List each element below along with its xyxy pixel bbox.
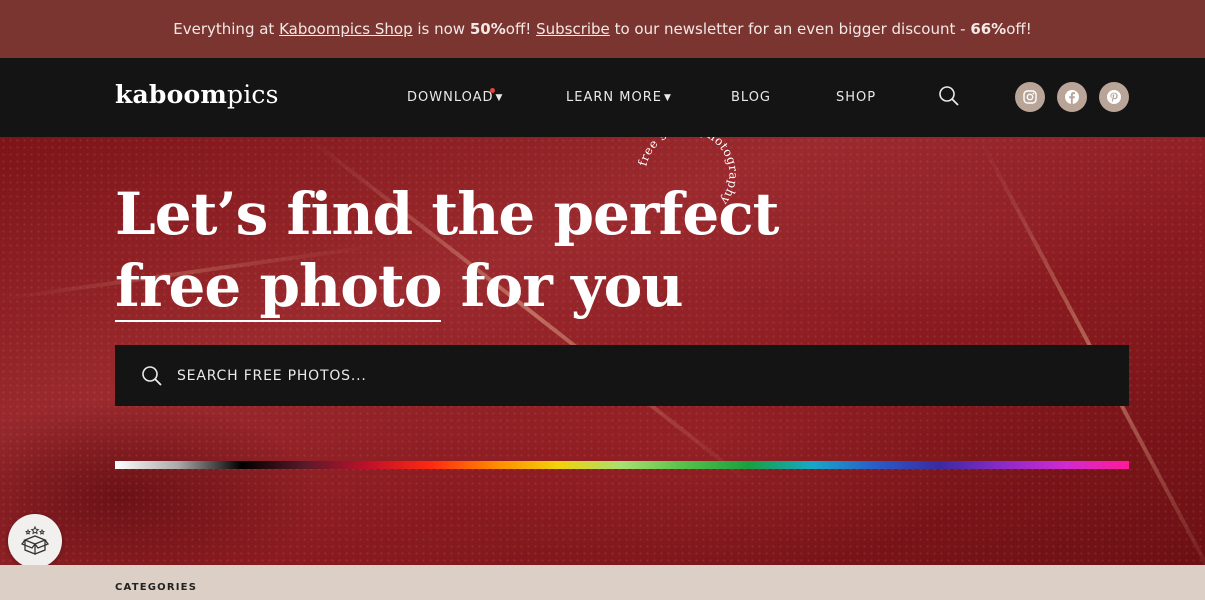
nav-shop[interactable]: SHOP — [836, 90, 876, 105]
subscribe-link[interactable]: Subscribe — [536, 20, 610, 38]
search-input[interactable] — [177, 355, 1129, 396]
photo-search-bar[interactable] — [115, 345, 1129, 406]
svg-text:free stock photography: free stock photography — [635, 137, 740, 208]
promo-after-subscribe: to our newsletter for an even bigger dis… — [614, 20, 966, 38]
hero-title-line2-rest: for you — [441, 252, 684, 320]
free-stock-photography-badge: free stock photography — [635, 137, 740, 208]
nav-learn-more-label: LEARN MORE — [566, 90, 662, 105]
search-icon[interactable] — [938, 85, 960, 107]
badge-text: free stock photography — [635, 137, 740, 208]
pinterest-icon[interactable] — [1099, 82, 1129, 112]
facebook-icon[interactable] — [1057, 82, 1087, 112]
categories-section: CATEGORIES — [0, 565, 1205, 600]
search-icon — [142, 365, 162, 386]
nav-download[interactable]: DOWNLOAD ▼ — [407, 88, 504, 105]
hero-title-line2: free photo for you — [115, 252, 684, 322]
chevron-down-icon: ▼ — [495, 93, 504, 103]
instagram-icon[interactable] — [1015, 82, 1045, 112]
notification-dot — [490, 88, 495, 93]
free-photo-underlined: free photo — [115, 252, 442, 322]
gift-box-icon[interactable] — [8, 514, 62, 565]
promo-middle: is now — [417, 20, 466, 38]
logo[interactable]: kaboompics — [115, 80, 279, 109]
hero-section: Let’s find the perfect free photo for yo… — [0, 137, 1205, 565]
chevron-down-icon: ▼ — [663, 93, 672, 103]
categories-heading: CATEGORIES — [115, 582, 198, 593]
promo-banner: Everything at Kaboompics Shop is now 50%… — [0, 0, 1205, 58]
promo-suffix: off! — [1006, 20, 1032, 38]
nav-download-label: DOWNLOAD — [407, 90, 494, 105]
nav-learn-more[interactable]: LEARN MORE ▼ — [566, 90, 672, 105]
promo-after-50: off! — [505, 20, 532, 38]
promo-prefix: Everything at — [173, 20, 275, 38]
logo-bold: kaboom — [115, 80, 228, 109]
discount-50: 50% — [469, 20, 506, 38]
nav-blog[interactable]: BLOG — [731, 90, 771, 105]
color-filter-strip[interactable] — [115, 461, 1129, 469]
main-nav: kaboompics DOWNLOAD ▼ LEARN MORE ▼ BLOG SH… — [0, 58, 1205, 137]
logo-light: pics — [227, 80, 279, 109]
shop-link[interactable]: Kaboompics Shop — [279, 20, 413, 38]
discount-66: 66% — [970, 20, 1007, 38]
